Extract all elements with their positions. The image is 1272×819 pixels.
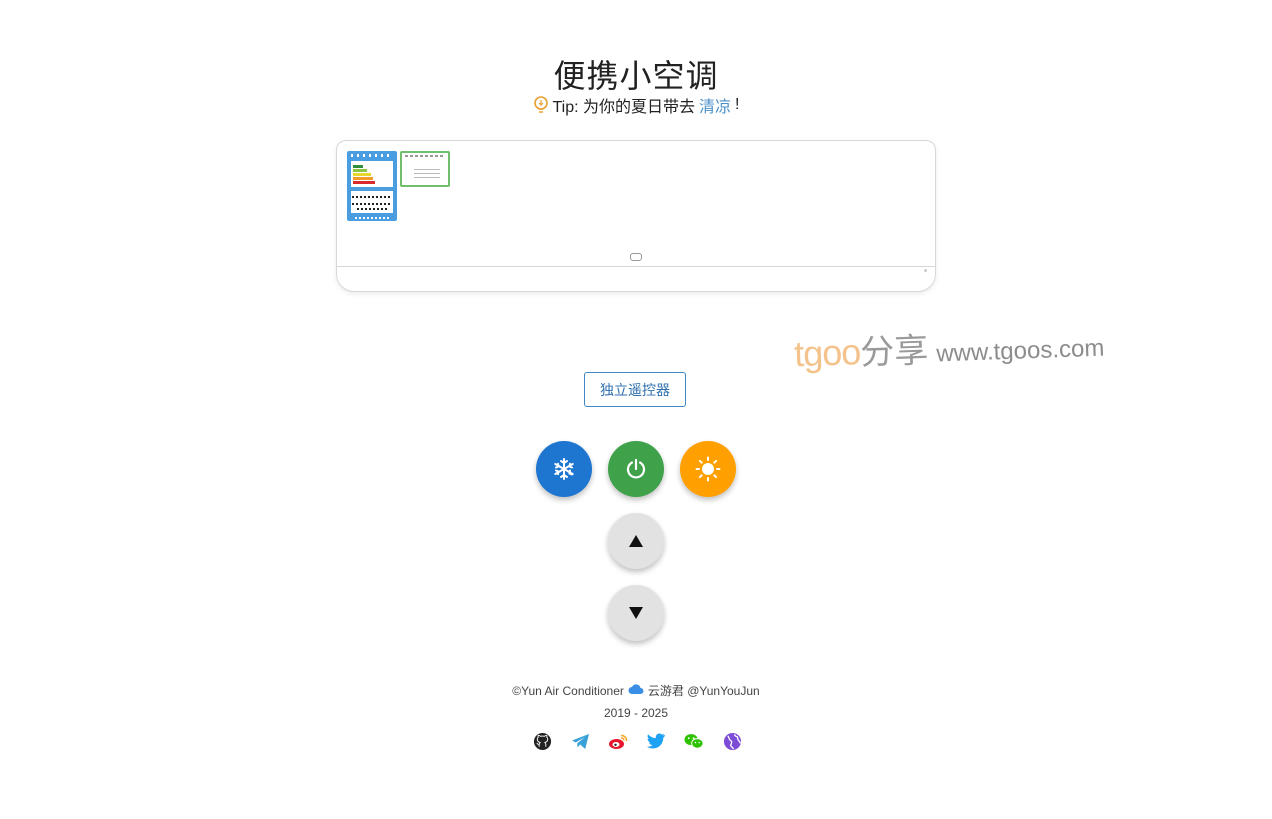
sun-icon <box>695 456 721 482</box>
watermark: tgoo 分享 www.tgoos.com <box>793 317 1105 377</box>
watermark-share: 分享 <box>859 331 929 373</box>
footer-author-link[interactable]: 云游君 @YunYouJun <box>648 682 760 699</box>
tip-line: Tip: 为你的夏日带去 清凉! <box>0 93 1272 117</box>
footer-years: 2019 - 2025 <box>603 706 669 720</box>
arrow-down-icon <box>629 607 643 619</box>
indicator-light <box>630 253 642 261</box>
website-icon[interactable] <box>722 731 742 751</box>
footer-copyright: ©Yun Air Conditioner <box>512 683 624 698</box>
green-label-icon <box>400 151 450 187</box>
temperature-down-button[interactable] <box>608 585 664 641</box>
wechat-icon[interactable] <box>684 731 704 751</box>
tip-suffix: ! <box>735 96 740 113</box>
heat-mode-button[interactable] <box>680 441 736 497</box>
watermark-brand: tgoo <box>793 331 861 375</box>
snowflake-icon <box>554 458 574 480</box>
tip-prefix: Tip: 为你的夏日带去 <box>552 99 696 116</box>
arrow-up-icon <box>629 535 643 547</box>
page-title: 便携小空调 <box>553 58 719 95</box>
open-remote-button[interactable]: 独立遥控器 <box>584 372 686 407</box>
cold-mode-button[interactable] <box>536 441 592 497</box>
temperature-up-button[interactable] <box>608 513 664 569</box>
cloud-icon <box>628 683 644 698</box>
social-links <box>532 731 742 751</box>
footer-credits: ©Yun Air Conditioner 云游君 @YunYouJun <box>0 682 1272 699</box>
github-icon[interactable] <box>532 731 552 751</box>
air-conditioner <box>336 140 936 292</box>
lightbulb-icon <box>533 96 549 114</box>
vent-line <box>337 266 935 267</box>
tip-highlight: 清凉 <box>699 99 732 116</box>
weibo-icon[interactable] <box>608 731 628 751</box>
energy-label-icon <box>347 151 397 221</box>
telegram-icon[interactable] <box>570 731 590 751</box>
power-icon <box>626 458 646 479</box>
power-button[interactable] <box>608 441 664 497</box>
status-dot <box>924 269 927 272</box>
twitter-icon[interactable] <box>646 731 666 751</box>
watermark-site: www.tgoos.com <box>935 334 1105 368</box>
